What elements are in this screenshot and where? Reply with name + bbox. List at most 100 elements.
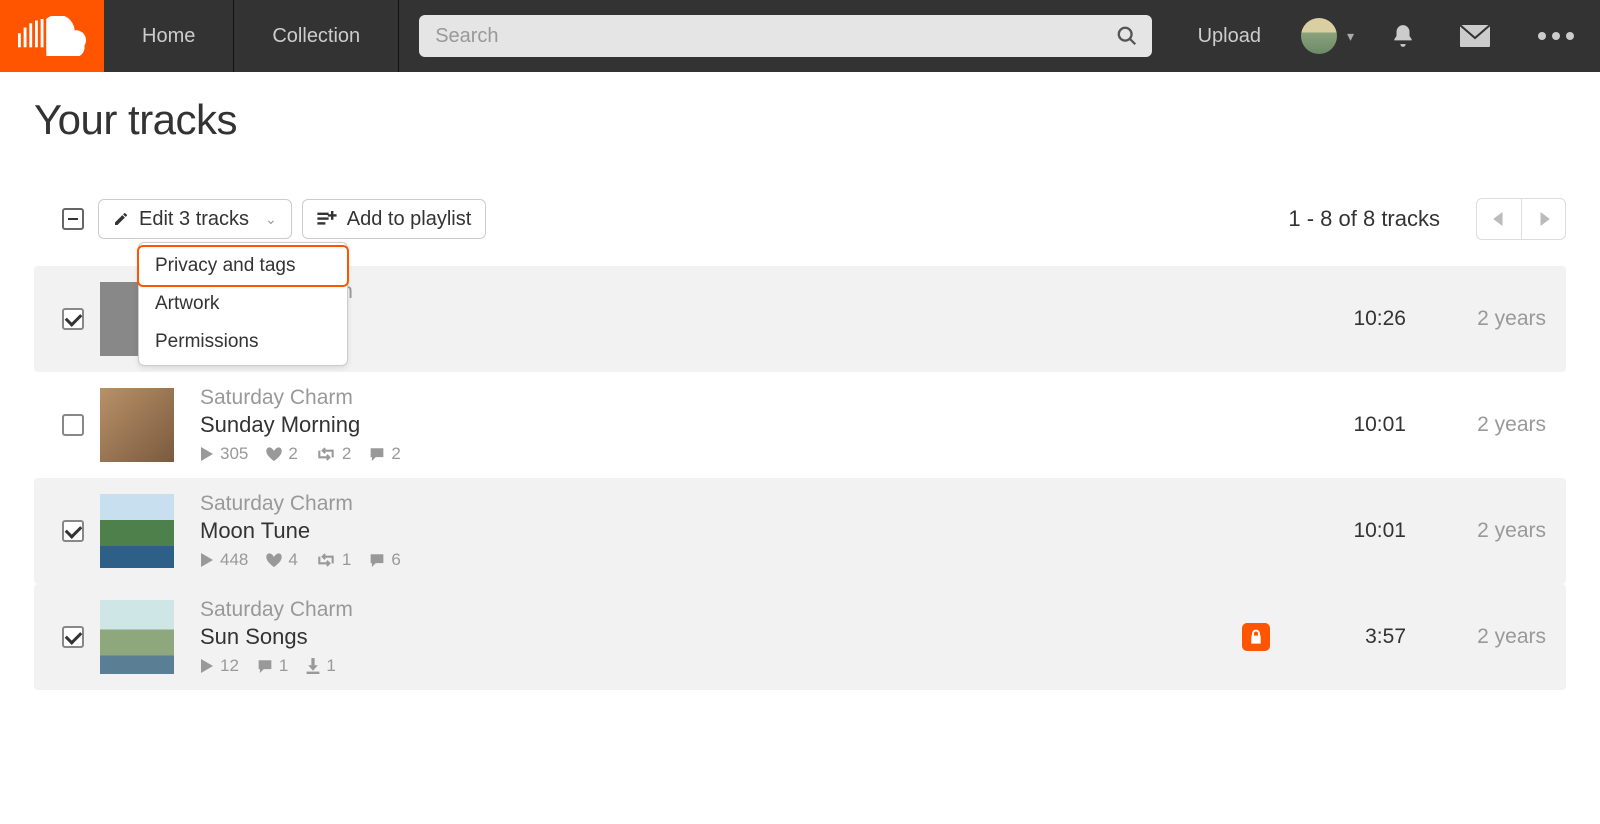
stat-likes: 4: [266, 550, 297, 570]
track-duration: 10:26: [1286, 307, 1406, 331]
track-row[interactable]: Saturday CharmMoon Tune44841610:012 year…: [34, 478, 1566, 584]
stat-value: 305: [220, 444, 248, 464]
soundcloud-icon: [18, 16, 86, 56]
notifications-icon[interactable]: [1368, 23, 1438, 49]
track-artist[interactable]: Saturday Charm: [200, 492, 1286, 516]
track-row[interactable]: Saturday CharmSunday Morning 305 2 2 2 10:012…: [34, 372, 1566, 478]
play-icon: [200, 553, 214, 567]
stat-value: 1: [279, 656, 288, 676]
stat-value: 448: [220, 550, 248, 570]
repost-icon: [316, 553, 336, 567]
stat-likes: 2: [266, 444, 297, 464]
repost-icon: [316, 447, 336, 461]
select-all-checkbox[interactable]: [62, 208, 84, 230]
track-checkbox[interactable]: [62, 520, 84, 542]
stat-value: 2: [288, 444, 297, 464]
stat-plays: 305: [200, 444, 248, 464]
track-duration: 10:01: [1286, 413, 1406, 437]
more-menu-icon[interactable]: [1512, 32, 1600, 40]
track-stats: 305 2 2 2: [200, 444, 1286, 464]
caret-left-icon: [1493, 212, 1505, 226]
toolbar: Edit 3 tracks ⌄ Add to playlist 1 - 8 of…: [34, 198, 1566, 240]
track-artist[interactable]: Saturday Charm: [200, 386, 1286, 410]
track-info: Saturday CharmSun Songs 12 11: [200, 598, 1226, 676]
chevron-down-icon: ▾: [1347, 28, 1354, 45]
soundcloud-logo[interactable]: [0, 0, 104, 72]
track-stats: 12 11: [200, 656, 1226, 676]
comment-icon: [369, 553, 385, 567]
nav-home[interactable]: Home: [104, 0, 234, 72]
pencil-icon: [113, 211, 129, 227]
track-artist[interactable]: Saturday Charm: [200, 280, 1286, 304]
search-icon[interactable]: [1116, 25, 1138, 47]
track-artwork[interactable]: [100, 388, 174, 462]
track-title[interactable]: Sun Songs: [200, 624, 1226, 650]
track-title[interactable]: Sunday Morning: [200, 412, 1286, 438]
add-to-playlist-label: Add to playlist: [347, 208, 472, 231]
caret-right-icon: [1538, 212, 1550, 226]
search-container: [399, 15, 1171, 57]
track-age: 2 years: [1406, 413, 1546, 437]
prev-page-button[interactable]: [1477, 199, 1521, 239]
upload-link[interactable]: Upload: [1172, 25, 1287, 48]
track-age: 2 years: [1406, 625, 1546, 649]
next-page-button[interactable]: [1521, 199, 1565, 239]
heart-icon: [266, 553, 282, 567]
avatar: [1301, 18, 1337, 54]
stat-value: 1: [342, 550, 351, 570]
stat-value: 6: [391, 550, 400, 570]
dropdown-artwork[interactable]: Artwork: [139, 285, 347, 323]
stat-comments: 6: [369, 550, 400, 570]
track-artwork[interactable]: [100, 600, 174, 674]
stat-comments: 1: [257, 656, 288, 676]
stat-plays: 448: [200, 550, 248, 570]
edit-dropdown: Privacy and tags Artwork Permissions: [138, 242, 348, 366]
track-checkbox[interactable]: [62, 308, 84, 330]
stat-reposts: 1: [316, 550, 351, 570]
track-stats: 15: [200, 338, 1286, 358]
heart-icon: [266, 447, 282, 461]
track-duration: 10:01: [1286, 519, 1406, 543]
track-info: Saturday CharmSunday Morning 305 2 2 2: [200, 386, 1286, 464]
stat-downloads: 1: [306, 656, 335, 676]
chevron-down-icon: ⌄: [265, 211, 277, 228]
comment-icon: [257, 659, 273, 673]
track-title[interactable]: Sun Songs: [200, 306, 1286, 332]
track-artwork[interactable]: [100, 494, 174, 568]
play-icon: [200, 447, 214, 461]
track-stats: 448 4 1 6: [200, 550, 1286, 570]
private-lock-icon: [1242, 623, 1270, 651]
page-title: Your tracks: [34, 96, 1566, 144]
edit-tracks-button[interactable]: Edit 3 tracks ⌄: [98, 199, 292, 239]
add-to-playlist-button[interactable]: Add to playlist: [302, 199, 487, 239]
messages-icon[interactable]: [1438, 25, 1512, 47]
dropdown-privacy-and-tags[interactable]: Privacy and tags: [137, 245, 349, 287]
stat-value: 2: [391, 444, 400, 464]
stat-value: 4: [288, 550, 297, 570]
track-info: Saturday CharmSun Songs 15: [200, 280, 1286, 358]
pagination-range: 1 - 8 of 8 tracks: [1288, 206, 1440, 232]
search-input[interactable]: [419, 15, 1151, 57]
user-menu[interactable]: ▾: [1287, 18, 1368, 54]
edit-tracks-label: Edit 3 tracks: [139, 208, 249, 231]
playlist-add-icon: [317, 211, 337, 227]
stat-value: 2: [342, 444, 351, 464]
track-checkbox[interactable]: [62, 626, 84, 648]
nav-collection[interactable]: Collection: [234, 0, 399, 72]
dropdown-permissions[interactable]: Permissions: [139, 323, 347, 361]
stat-comments: 2: [369, 444, 400, 464]
track-info: Saturday CharmMoon Tune 448 4 1 6: [200, 492, 1286, 570]
top-header: Home Collection Upload ▾: [0, 0, 1600, 72]
stat-plays: 12: [200, 656, 239, 676]
play-icon: [200, 659, 214, 673]
track-age: 2 years: [1406, 307, 1546, 331]
pagination: [1476, 198, 1566, 240]
track-duration: 3:57: [1286, 625, 1406, 649]
stat-reposts: 2: [316, 444, 351, 464]
track-row[interactable]: Saturday CharmSun Songs 12 11 3:572 years: [34, 584, 1566, 690]
download-icon: [306, 658, 320, 674]
stat-value: 12: [220, 656, 239, 676]
track-checkbox[interactable]: [62, 414, 84, 436]
track-title[interactable]: Moon Tune: [200, 518, 1286, 544]
track-artist[interactable]: Saturday Charm: [200, 598, 1226, 622]
